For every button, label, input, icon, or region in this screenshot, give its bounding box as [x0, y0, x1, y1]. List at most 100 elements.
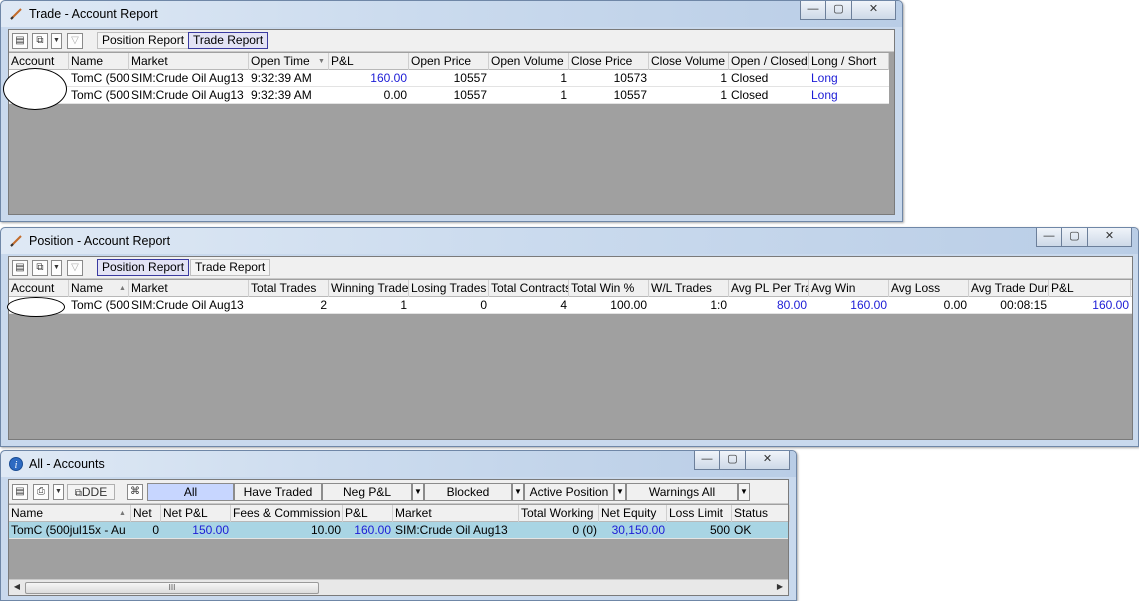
scroll-right-icon[interactable]: ▶: [774, 582, 786, 591]
col-avg-pl-per-trade[interactable]: Avg PL Per Trad: [729, 280, 809, 297]
col-pnl[interactable]: P&L: [343, 505, 393, 522]
tab-trade-report[interactable]: Trade Report: [188, 32, 269, 49]
cell-open-time: 9:32:39 AM: [251, 71, 312, 85]
maximize-button[interactable]: ▢: [1062, 228, 1088, 247]
col-net-pnl[interactable]: Net P&L: [161, 505, 231, 522]
scroll-left-icon[interactable]: ◀: [11, 582, 23, 591]
close-button[interactable]: ✕: [852, 1, 896, 20]
filter-all[interactable]: All: [147, 483, 234, 501]
col-market[interactable]: Market: [129, 53, 249, 70]
scroll-thumb[interactable]: III: [25, 582, 319, 594]
table-row[interactable]: TomC (500j SIM:Crude Oil Aug13 2 1 0 4 1…: [9, 297, 1132, 314]
cell-pnl: 160.00: [370, 71, 407, 85]
close-button[interactable]: ✕: [1088, 228, 1132, 247]
properties-icon[interactable]: ▤: [12, 33, 28, 49]
col-total-trades[interactable]: Total Trades: [249, 280, 329, 297]
dde-button[interactable]: ⧉DDE: [67, 484, 115, 500]
col-open-volume[interactable]: Open Volume: [489, 53, 569, 70]
table-row[interactable]: TomC (500jul15x - Au 0 150.00 10.00 160.…: [9, 522, 788, 539]
title-bar[interactable]: Position - Account Report — ▢ ✕: [1, 228, 1138, 254]
print-icon[interactable]: ⎙: [33, 484, 49, 500]
col-avg-win[interactable]: Avg Win: [809, 280, 889, 297]
report-panel: ▤ ⧉ ▼ ▽ Position Report Trade Report Acc…: [3, 29, 895, 215]
col-open-price[interactable]: Open Price: [409, 53, 489, 70]
cell-close-price: 10573: [613, 71, 647, 85]
minimize-button[interactable]: —: [1036, 228, 1062, 247]
filter-neg-pnl-dropdown[interactable]: ▼: [412, 483, 424, 501]
col-winning-trades[interactable]: Winning Trades: [329, 280, 409, 297]
col-pnl[interactable]: P&L: [329, 53, 409, 70]
col-net-equity[interactable]: Net Equity: [599, 505, 667, 522]
filter-warnings-dropdown[interactable]: ▼: [738, 483, 750, 501]
filter-active-position[interactable]: Active Position: [524, 483, 614, 501]
col-open-closed[interactable]: Open / Closed: [729, 53, 809, 70]
table-row[interactable]: TomC (500j SIM:Crude Oil Aug13 9:32:39 A…: [9, 70, 889, 87]
col-avg-loss[interactable]: Avg Loss: [889, 280, 969, 297]
col-name[interactable]: Name: [69, 53, 129, 70]
col-name[interactable]: Name: [9, 505, 131, 522]
maximize-button[interactable]: ▢: [720, 451, 746, 470]
col-avg-trade-duration[interactable]: Avg Trade Dura: [969, 280, 1049, 297]
col-total-contracts[interactable]: Total Contracts: [489, 280, 569, 297]
dropdown-arrow-icon[interactable]: ▼: [53, 484, 64, 500]
col-losing-trades[interactable]: Losing Trades: [409, 280, 489, 297]
cell-open-volume: 1: [560, 71, 567, 85]
col-account[interactable]: Account: [9, 280, 69, 297]
table-row[interactable]: TomC (500j SIM:Crude Oil Aug13 9:32:39 A…: [9, 87, 889, 104]
col-close-price[interactable]: Close Price: [569, 53, 649, 70]
cell-name: TomC (500jul15x - Au: [11, 523, 126, 537]
tab-trade-report[interactable]: Trade Report: [190, 259, 271, 276]
col-total-win-pct[interactable]: Total Win %: [569, 280, 649, 297]
cell-market: SIM:Crude Oil Aug13: [131, 71, 244, 85]
col-status[interactable]: Status: [732, 505, 790, 522]
properties-icon[interactable]: ▤: [12, 484, 28, 500]
filter-icon[interactable]: ▽: [67, 33, 83, 49]
cell-open-closed: Closed: [731, 71, 769, 85]
col-fees-commission[interactable]: Fees & Commission: [231, 505, 343, 522]
cell-pnl: 160.00: [354, 523, 391, 537]
copy-icon[interactable]: ⧉: [32, 260, 48, 276]
col-net[interactable]: Net: [131, 505, 161, 522]
close-button[interactable]: ✕: [746, 451, 790, 470]
filter-icon[interactable]: ▽: [67, 260, 83, 276]
col-market[interactable]: Market: [129, 280, 249, 297]
toolbar: ▤ ⧉ ▼ ▽ Position Report Trade Report: [9, 30, 894, 52]
filter-warnings-all[interactable]: Warnings All: [626, 483, 738, 501]
maximize-button[interactable]: ▢: [826, 1, 852, 20]
filter-blocked-dropdown[interactable]: ▼: [512, 483, 524, 501]
tab-position-report[interactable]: Position Report: [97, 259, 190, 276]
binoculars-icon[interactable]: ⌘: [127, 484, 143, 500]
col-total-working[interactable]: Total Working: [519, 505, 599, 522]
dropdown-arrow-icon[interactable]: ▼: [51, 33, 62, 49]
all-accounts-window: i All - Accounts — ▢ ✕ ▤ ⎙ ▼ ⧉DDE ⌘ All …: [0, 450, 797, 601]
dropdown-arrow-icon[interactable]: ▼: [51, 260, 62, 276]
filter-neg-pnl[interactable]: Neg P&L: [322, 483, 412, 501]
filter-blocked[interactable]: Blocked: [424, 483, 512, 501]
col-open-time[interactable]: Open Time: [249, 53, 329, 70]
cell-total-trades: 2: [320, 298, 327, 312]
tab-position-report[interactable]: Position Report: [97, 32, 190, 49]
window-title: All - Accounts: [29, 457, 105, 471]
col-close-volume[interactable]: Close Volume: [649, 53, 729, 70]
title-bar[interactable]: Trade - Account Report — ▢ ✕: [1, 1, 902, 27]
horizontal-scrollbar[interactable]: ◀ III ▶: [9, 579, 788, 595]
copy-icon[interactable]: ⧉: [32, 33, 48, 49]
col-long-short[interactable]: Long / Short: [809, 53, 889, 70]
title-bar[interactable]: i All - Accounts — ▢ ✕: [1, 451, 796, 477]
properties-icon[interactable]: ▤: [12, 260, 28, 276]
minimize-button[interactable]: —: [800, 1, 826, 20]
col-wl-trades[interactable]: W/L Trades: [649, 280, 729, 297]
col-loss-limit[interactable]: Loss Limit: [667, 505, 732, 522]
cell-long-short: Long: [811, 71, 838, 85]
cell-wl-trades: 1:0: [710, 298, 727, 312]
minimize-button[interactable]: —: [694, 451, 720, 470]
filter-active-position-dropdown[interactable]: ▼: [614, 483, 626, 501]
col-pnl[interactable]: P&L: [1049, 280, 1131, 297]
col-market[interactable]: Market: [393, 505, 519, 522]
cell-winning-trades: 1: [400, 298, 407, 312]
position-account-report-window: Position - Account Report — ▢ ✕ ▤ ⧉ ▼ ▽ …: [0, 227, 1139, 447]
redaction-oval: [3, 68, 67, 110]
filter-have-traded[interactable]: Have Traded: [234, 483, 322, 501]
cell-open-volume: 1: [560, 88, 567, 102]
cell-fees: 10.00: [310, 523, 341, 537]
